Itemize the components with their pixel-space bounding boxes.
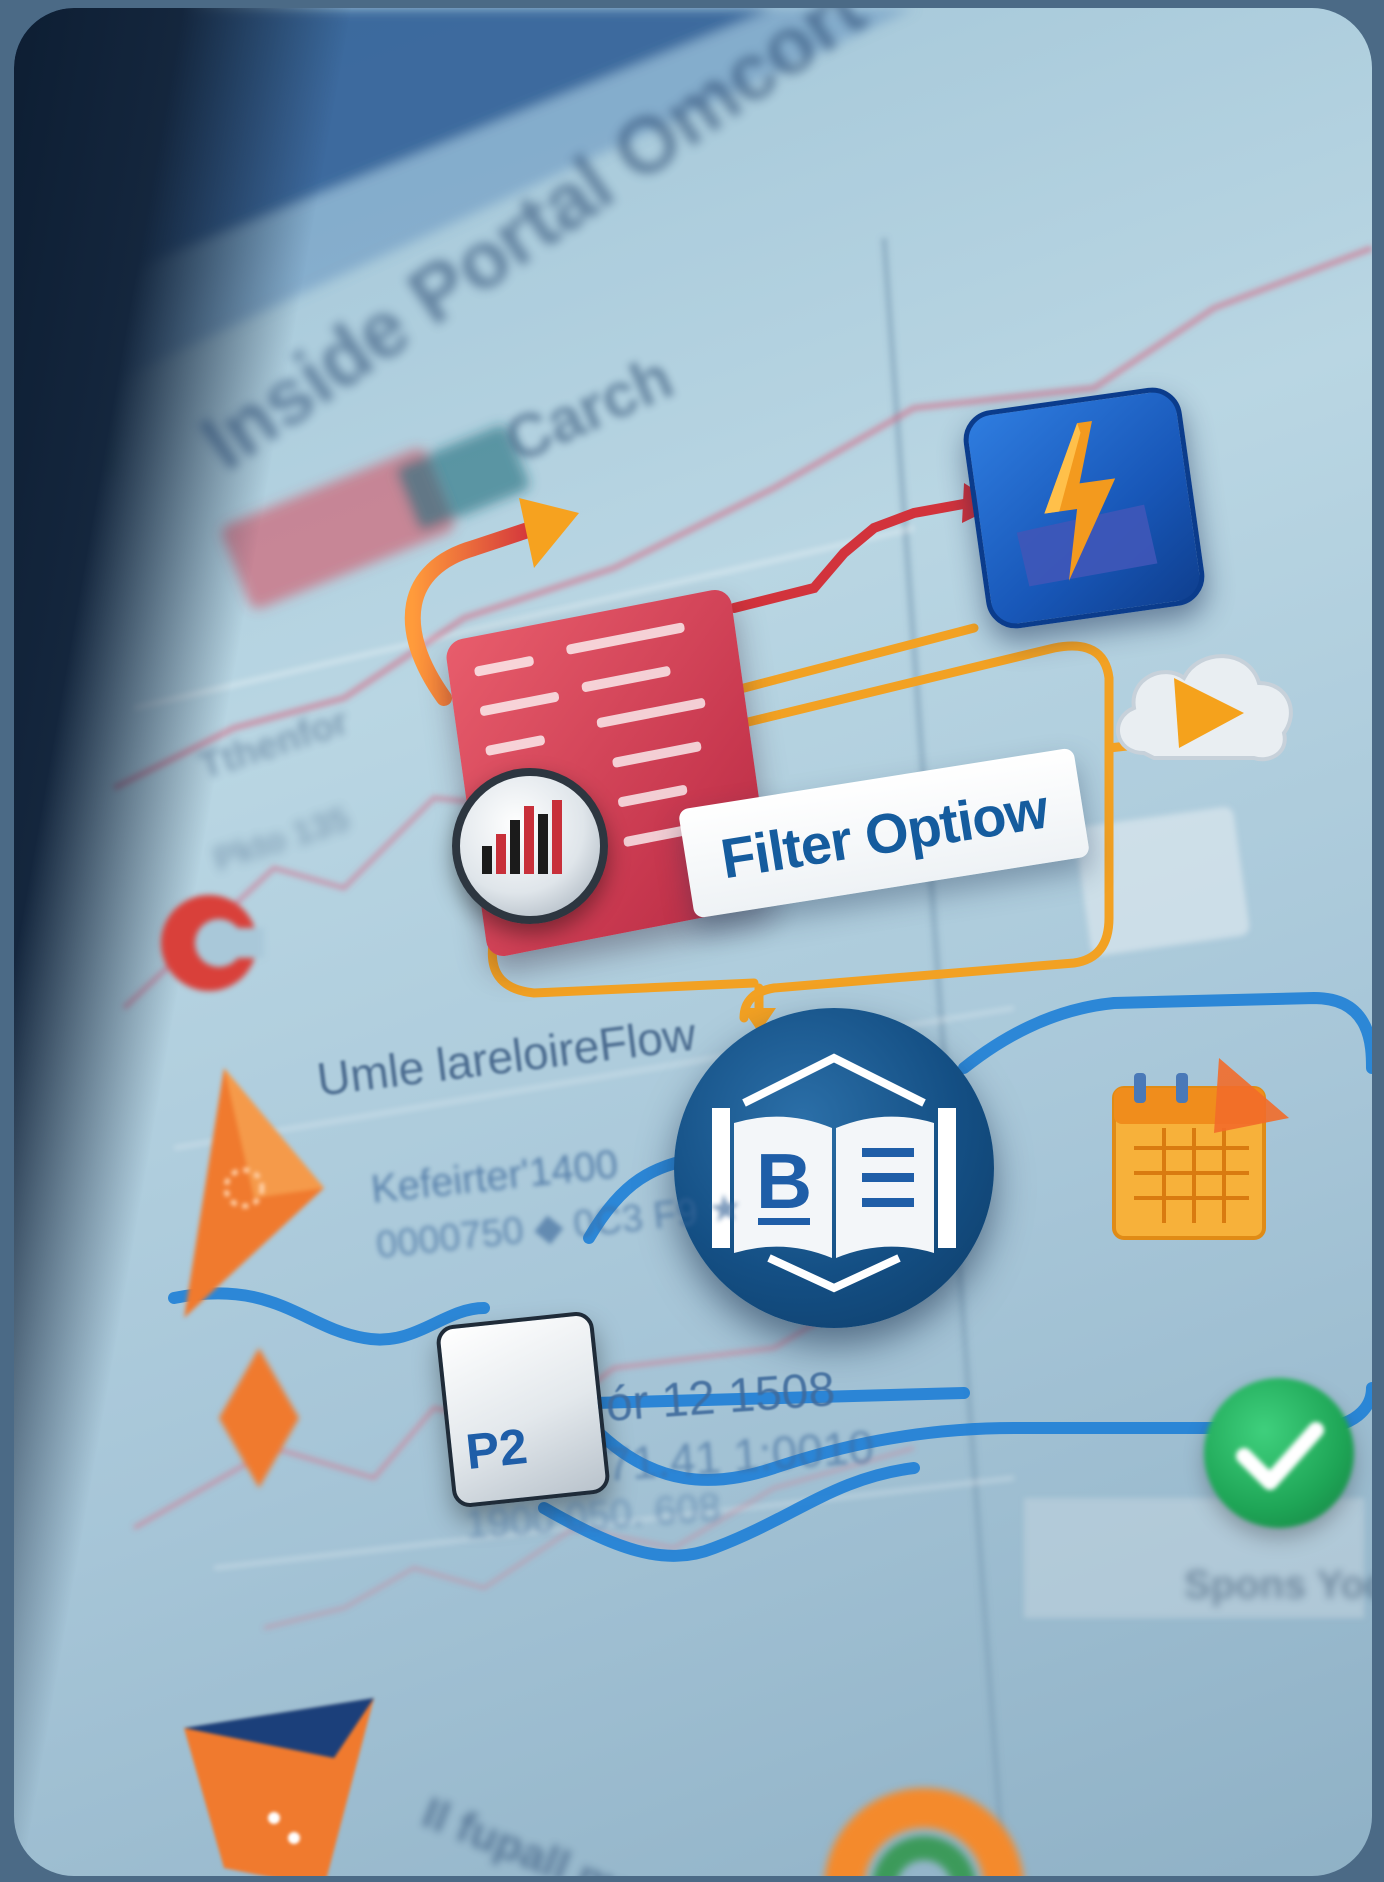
cloud-play-button[interactable] (1104, 633, 1304, 783)
calendar-icon[interactable] (1104, 1048, 1294, 1248)
book-medallion[interactable]: B (674, 1008, 994, 1328)
red-arrow (729, 498, 974, 613)
orange-triangle-icon (184, 1068, 324, 1318)
status-label: Spons Yod (1184, 1563, 1372, 1607)
bolt-icon (1016, 421, 1158, 587)
orange-diamond-icon (219, 1348, 299, 1488)
curved-arrow-head (519, 498, 579, 568)
swirl-icon (824, 1788, 1024, 1876)
check-icon (1236, 1422, 1324, 1490)
book-icon: B (712, 1053, 956, 1293)
screen-frame: Inside Portal Omcort Carch Tthenfor Pkto… (14, 8, 1372, 1876)
c-logo-icon (161, 895, 264, 991)
chart-icon (482, 800, 562, 874)
chart-badge[interactable] (452, 768, 608, 924)
p2-label: P2 (463, 1417, 530, 1481)
book-letter: B (756, 1137, 812, 1225)
bolt-app-tile[interactable] (959, 383, 1209, 633)
check-badge[interactable] (1204, 1378, 1354, 1528)
orange-prism-icon (184, 1698, 374, 1876)
p2-tile[interactable]: P2 (434, 1310, 612, 1509)
